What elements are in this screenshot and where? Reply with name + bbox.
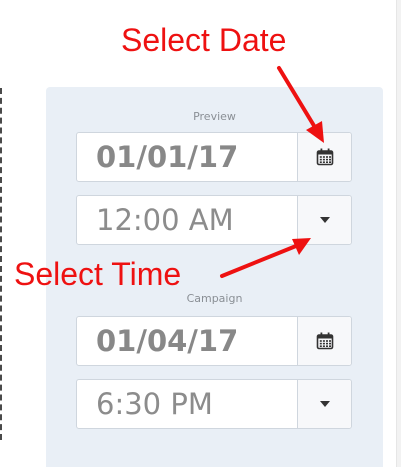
select-time-annotation: Select Time bbox=[14, 256, 182, 292]
campaign-time-dropdown-button[interactable] bbox=[297, 380, 351, 428]
select-date-annotation: Select Date bbox=[121, 22, 287, 58]
campaign-time-field[interactable]: 6:30 PM bbox=[76, 379, 352, 429]
preview-date-value[interactable]: 01/01/17 bbox=[96, 133, 238, 181]
preview-section-label: Preview bbox=[193, 110, 236, 123]
preview-time-field[interactable]: 12:00 AM bbox=[76, 195, 352, 245]
scrollbar-track[interactable] bbox=[396, 0, 401, 467]
campaign-date-field[interactable]: 01/04/17 bbox=[76, 316, 352, 366]
preview-date-field[interactable]: 01/01/17 bbox=[76, 132, 352, 182]
dashed-divider bbox=[0, 88, 2, 440]
preview-time-value[interactable]: 12:00 AM bbox=[96, 196, 234, 244]
campaign-date-value[interactable]: 01/04/17 bbox=[96, 317, 238, 365]
caret-down-icon bbox=[319, 217, 330, 223]
calendar-icon bbox=[316, 332, 333, 350]
page: Preview Campaign 01/01/17 12:00 AM 01/04… bbox=[0, 0, 401, 467]
preview-time-dropdown-button[interactable] bbox=[297, 196, 351, 244]
campaign-date-picker-button[interactable] bbox=[297, 317, 351, 365]
campaign-time-value[interactable]: 6:30 PM bbox=[96, 380, 213, 428]
preview-date-picker-button[interactable] bbox=[297, 133, 351, 181]
caret-down-icon bbox=[319, 401, 330, 407]
calendar-icon bbox=[316, 148, 333, 166]
campaign-section-label: Campaign bbox=[186, 292, 243, 305]
